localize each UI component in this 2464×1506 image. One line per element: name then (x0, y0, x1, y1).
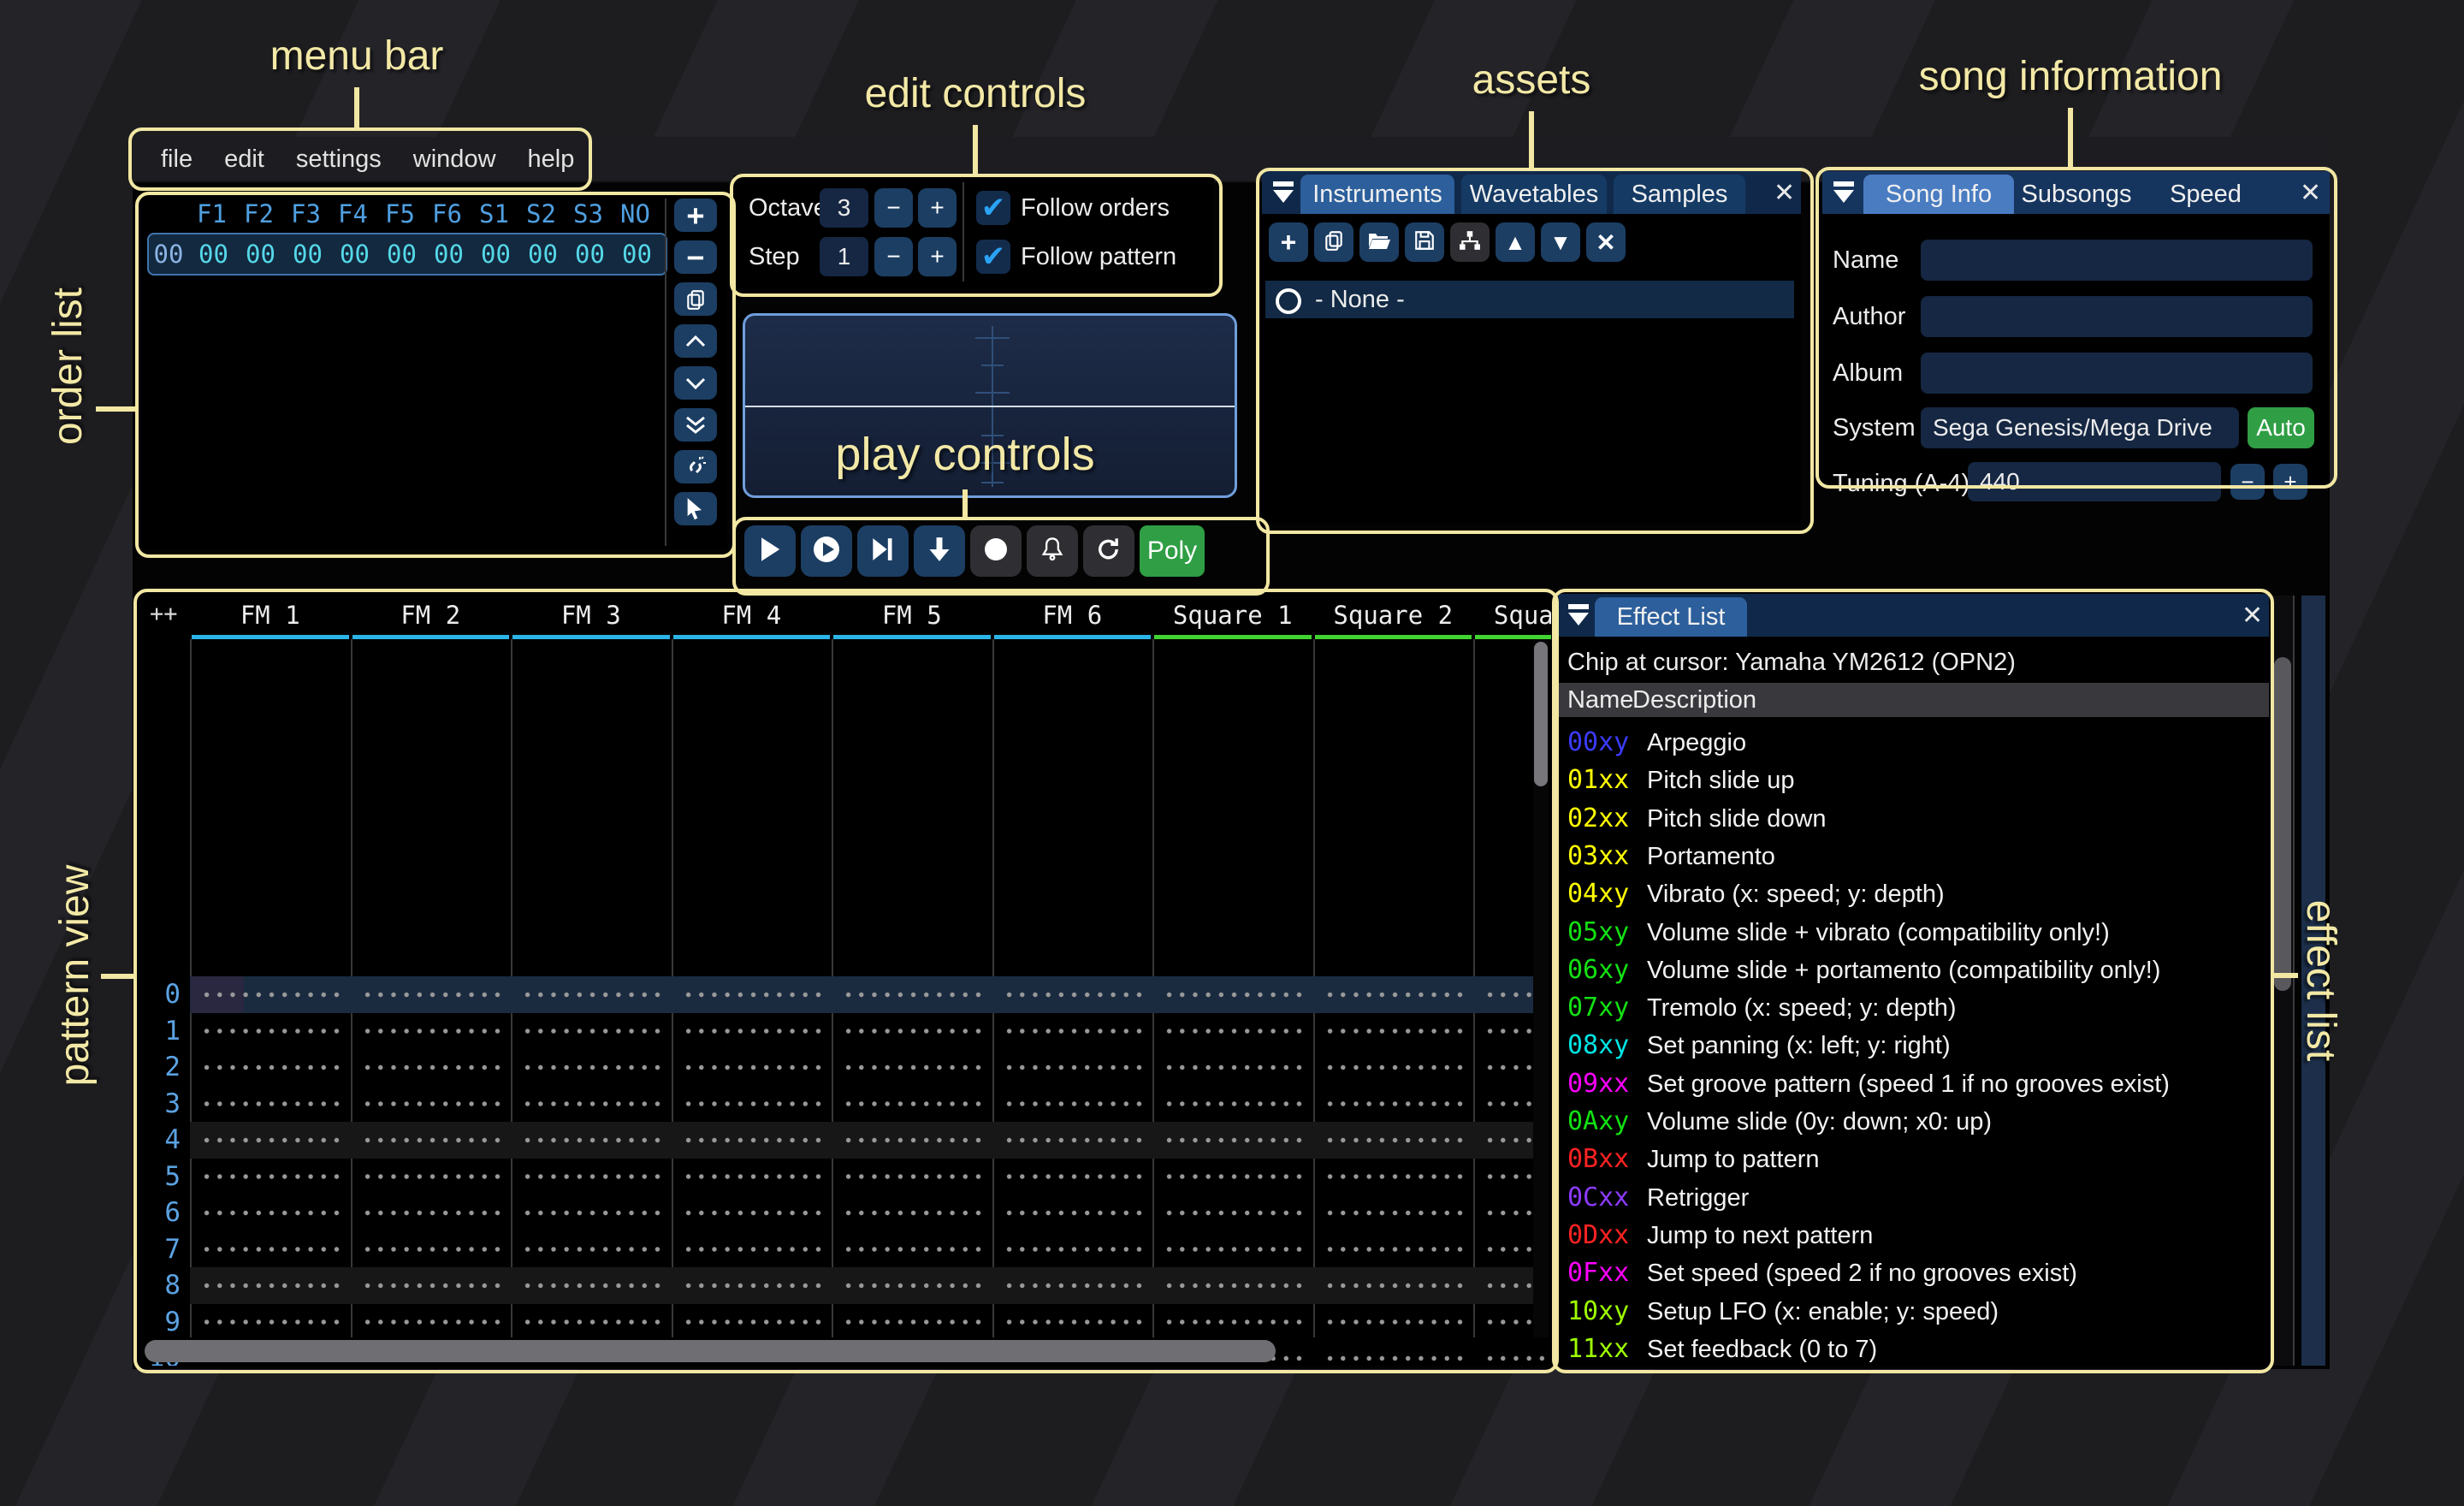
scrollbar-thumb[interactable] (2274, 657, 2291, 991)
annotation-order-list: order list (45, 287, 91, 446)
pattern-view-outline (133, 589, 1559, 1373)
effect-list-vscrollbar[interactable] (2272, 596, 2295, 1366)
annotation-pattern-view: pattern view (52, 864, 98, 1087)
annotation-menu-bar: menu bar (270, 33, 444, 79)
connector (96, 406, 137, 412)
effect-list-outline (1552, 589, 2274, 1373)
annotation-song-information: song information (1918, 54, 2223, 99)
annotation-edit-controls: edit controls (864, 71, 1087, 116)
annotation-play-controls: play controls (835, 429, 1095, 480)
annotation-assets: assets (1472, 57, 1591, 103)
desktop: file edit settings window help F1 F2 F3 F4 F5 F6 S… (0, 0, 2464, 1506)
order-list-outline (135, 192, 736, 558)
assets-outline (1256, 168, 1814, 534)
connector (973, 125, 978, 175)
annotation-effect-list: effect list (2298, 899, 2343, 1062)
menu-bar-outline (128, 127, 592, 191)
connector (962, 489, 968, 519)
play-controls-outline (732, 517, 1270, 596)
connector (2068, 108, 2073, 168)
connector (101, 974, 135, 979)
connector (1529, 111, 1534, 169)
edit-controls-outline (730, 174, 1223, 297)
oscilloscope-zero-line (745, 406, 1235, 407)
connector (354, 87, 359, 128)
song-info-outline (1815, 167, 2337, 489)
